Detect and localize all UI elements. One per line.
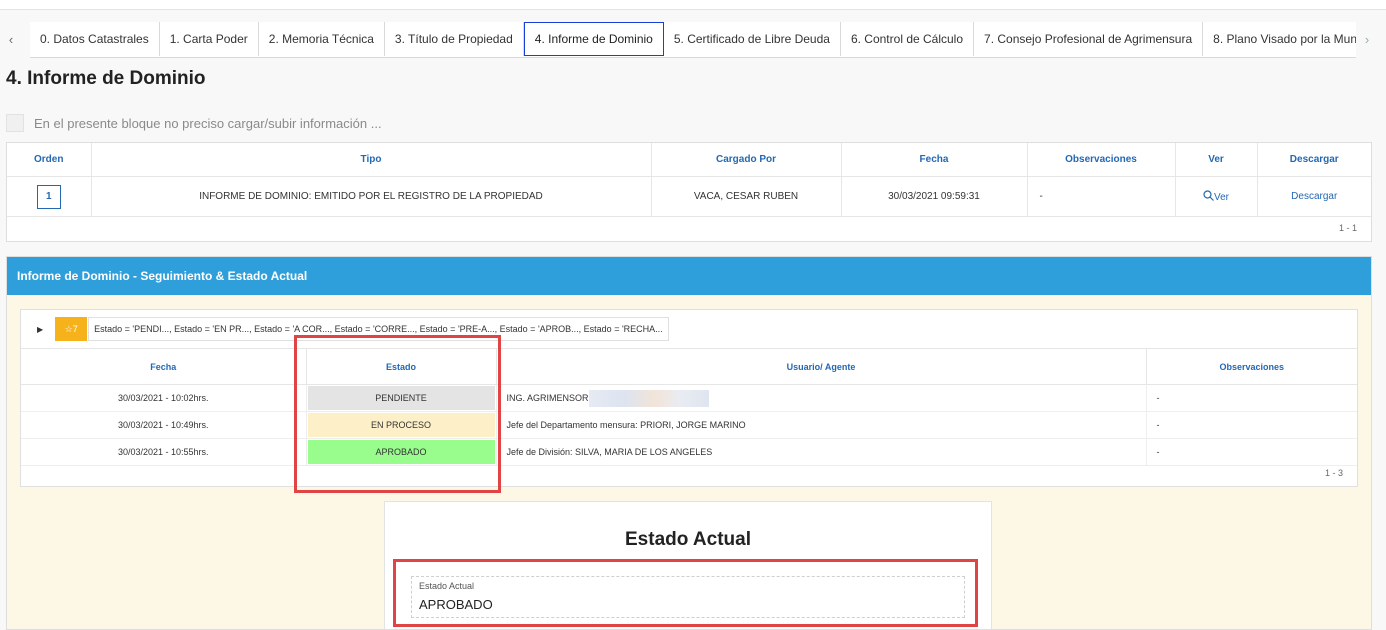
star-icon: ☆ xyxy=(64,323,73,334)
documents-table: Orden Tipo Cargado Por Fecha Observacion… xyxy=(7,143,1371,217)
tracking-panel: Informe de Dominio - Seguimiento & Estad… xyxy=(6,256,1372,630)
cell-tipo: INFORME DE DOMINIO: EMITIDO POR EL REGIS… xyxy=(91,176,652,217)
table-row: 30/03/2021 - 10:49hrs. EN PROCESO Jefe del… xyxy=(21,411,1357,439)
cell-observaciones: - xyxy=(1146,384,1357,412)
tracking-report: ▶ ☆ 7 Estado = 'PENDI..., Estado = 'EN PR… xyxy=(20,309,1358,487)
col-ver[interactable]: Ver xyxy=(1175,143,1258,177)
no-upload-label: En el presente bloque no preciso cargar/… xyxy=(34,115,382,131)
col-descargar[interactable]: Descargar xyxy=(1257,143,1371,177)
col-tipo[interactable]: Tipo xyxy=(91,143,652,177)
tracking-panel-title: Informe de Dominio - Seguimiento & Estad… xyxy=(7,257,1371,295)
table-row: 30/03/2021 - 10:02hrs. PENDIENTE ING. AGRI… xyxy=(21,384,1357,412)
cell-usuario: Jefe de División: SILVA, MARIA DE LOS AN… xyxy=(496,438,1147,466)
status-badge: PENDIENTE xyxy=(307,386,495,410)
tab-bar: ‹ 0. Datos Catastrales 1. Carta Poder 2. M… xyxy=(0,22,1386,58)
filter-count: 7 xyxy=(72,324,78,334)
view-link[interactable]: Ver xyxy=(1203,190,1229,203)
redacted-name xyxy=(588,389,709,407)
chevron-left-icon[interactable]: ‹ xyxy=(0,22,22,56)
status-badge: EN PROCESO xyxy=(307,413,495,437)
view-link-label: Ver xyxy=(1213,192,1229,203)
no-upload-checkbox[interactable] xyxy=(6,114,24,132)
caret-right-icon[interactable]: ▶ xyxy=(37,325,43,334)
cell-observaciones: - xyxy=(1146,438,1357,466)
search-icon xyxy=(1203,190,1214,201)
tab-5[interactable]: 5. Certificado de Libre Deuda xyxy=(663,22,841,56)
cell-fecha: 30/03/2021 - 10:55hrs. xyxy=(21,438,307,466)
cell-usuario: Jefe del Departamento mensura: PRIORI, J… xyxy=(496,411,1147,439)
cell-cargado-por: VACA, CESAR RUBEN xyxy=(651,176,842,217)
col-usuario[interactable]: Usuario/ Agente xyxy=(496,349,1147,385)
tab-2[interactable]: 2. Memoria Técnica xyxy=(258,22,385,56)
col-cargado-por[interactable]: Cargado Por xyxy=(651,143,842,177)
table-row: 30/03/2021 - 10:55hrs. APROBADO Jefe de Di… xyxy=(21,438,1357,466)
cell-usuario: ING. AGRIMENSOR xyxy=(496,384,1147,412)
documents-panel: Orden Tipo Cargado Por Fecha Observacion… xyxy=(6,142,1372,242)
cell-fecha: 30/03/2021 - 10:02hrs. xyxy=(21,384,307,412)
col-estado[interactable]: Estado xyxy=(306,349,497,385)
active-filters[interactable]: Estado = 'PENDI..., Estado = 'EN PR..., … xyxy=(88,317,669,341)
tab-list: 0. Datos Catastrales 1. Carta Poder 2. Mem… xyxy=(30,22,1356,58)
no-upload-option[interactable]: En el presente bloque no preciso cargar/… xyxy=(6,114,382,132)
col-orden[interactable]: Orden xyxy=(7,143,92,177)
estado-actual-card: Estado Actual Estado Actual APROBADO xyxy=(384,501,992,629)
tab-0[interactable]: 0. Datos Catastrales xyxy=(30,22,160,56)
top-strip xyxy=(0,0,1386,10)
usuario-text: Jefe del Departamento mensura: PRIORI, J… xyxy=(506,420,746,430)
filter-bar: ▶ ☆ 7 Estado = 'PENDI..., Estado = 'EN PR… xyxy=(21,310,1357,349)
cell-fecha: 30/03/2021 - 10:49hrs. xyxy=(21,411,307,439)
usuario-text: ING. AGRIMENSOR xyxy=(506,392,589,403)
tab-3[interactable]: 3. Título de Propiedad xyxy=(384,22,524,56)
col-observaciones[interactable]: Observaciones xyxy=(1146,349,1357,385)
estado-actual-label: Estado Actual xyxy=(419,581,475,591)
orden-button[interactable]: 1 xyxy=(36,184,61,209)
estado-actual-field: Estado Actual APROBADO xyxy=(411,576,965,618)
tab-4[interactable]: 4. Informe de Dominio xyxy=(523,22,664,56)
tracking-table: Fecha Estado Usuario/ Agente Observacion… xyxy=(21,349,1357,466)
estado-actual-title: Estado Actual xyxy=(625,529,751,550)
col-fecha[interactable]: Fecha xyxy=(21,349,307,385)
download-link[interactable]: Descargar xyxy=(1291,191,1337,202)
tab-8[interactable]: 8. Plano Visado por la Municipalidad xyxy=(1203,22,1356,56)
tab-6[interactable]: 6. Control de Cálculo xyxy=(840,22,975,56)
usuario-text: Jefe de División: SILVA, MARIA DE LOS AN… xyxy=(506,447,713,457)
cell-observaciones: - xyxy=(1146,411,1357,439)
table-row: 1 INFORME DE DOMINIO: EMITIDO POR EL REG… xyxy=(7,176,1371,217)
tab-7[interactable]: 7. Consejo Profesional de Agrimensura xyxy=(974,22,1204,56)
cell-fecha: 30/03/2021 09:59:31 xyxy=(841,176,1028,217)
pagination-info: 1 - 3 xyxy=(1324,468,1343,478)
saved-filter-button[interactable]: ☆ 7 xyxy=(55,317,88,341)
col-fecha[interactable]: Fecha xyxy=(841,143,1028,177)
tab-1[interactable]: 1. Carta Poder xyxy=(159,22,259,56)
chevron-right-icon[interactable]: › xyxy=(1356,22,1378,56)
col-observaciones[interactable]: Observaciones xyxy=(1027,143,1176,177)
page-title: 4. Informe de Dominio xyxy=(6,68,206,89)
status-badge: APROBADO xyxy=(307,440,495,464)
estado-actual-value: APROBADO xyxy=(419,597,493,612)
cell-observaciones: - xyxy=(1027,176,1176,217)
pagination-info: 1 - 1 xyxy=(1338,223,1357,233)
